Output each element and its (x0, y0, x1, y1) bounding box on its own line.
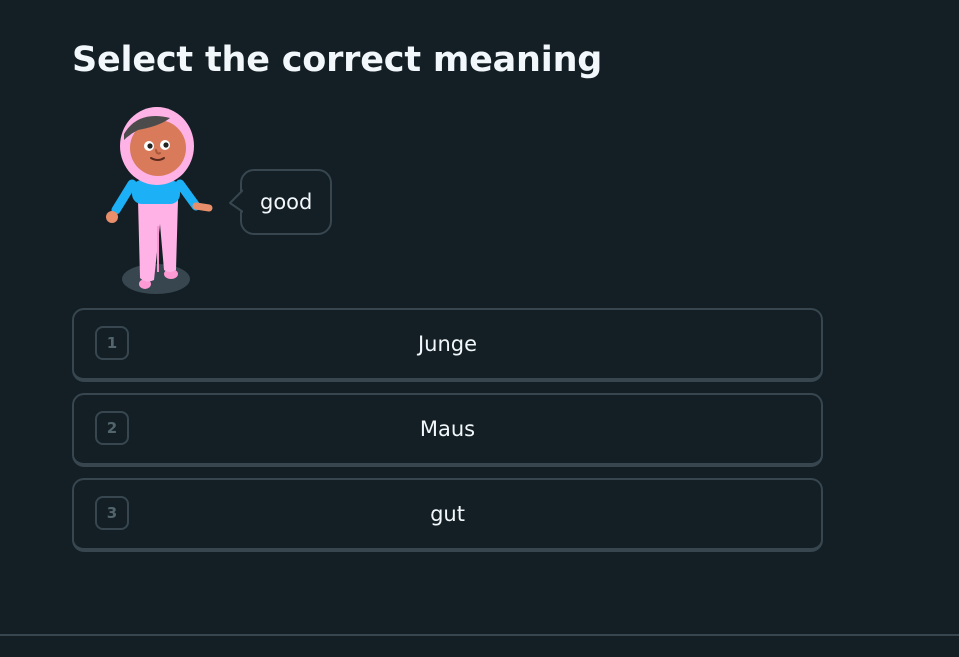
speech-bubble-text: good (260, 190, 313, 214)
option-key-badge: 3 (95, 496, 129, 530)
option-label: Junge (417, 332, 478, 356)
answer-option-1[interactable]: 1 Junge (72, 308, 823, 382)
character-woman-icon (106, 107, 213, 294)
answer-option-3[interactable]: 3 gut (72, 478, 823, 552)
answer-options: 1 Junge 2 Maus 3 gut (72, 308, 823, 563)
option-label: Maus (419, 417, 476, 441)
option-label: gut (430, 502, 465, 526)
speech-bubble[interactable]: good (229, 169, 333, 235)
exercise-page: Select the correct meaning good 1 Junge … (0, 0, 959, 657)
answer-option-2[interactable]: 2 Maus (72, 393, 823, 467)
option-key-badge: 2 (95, 411, 129, 445)
exercise-title: Select the correct meaning (72, 40, 603, 80)
option-key-badge: 1 (95, 326, 129, 360)
speech-bubble-tail-icon (229, 189, 249, 213)
footer-divider (0, 634, 959, 636)
